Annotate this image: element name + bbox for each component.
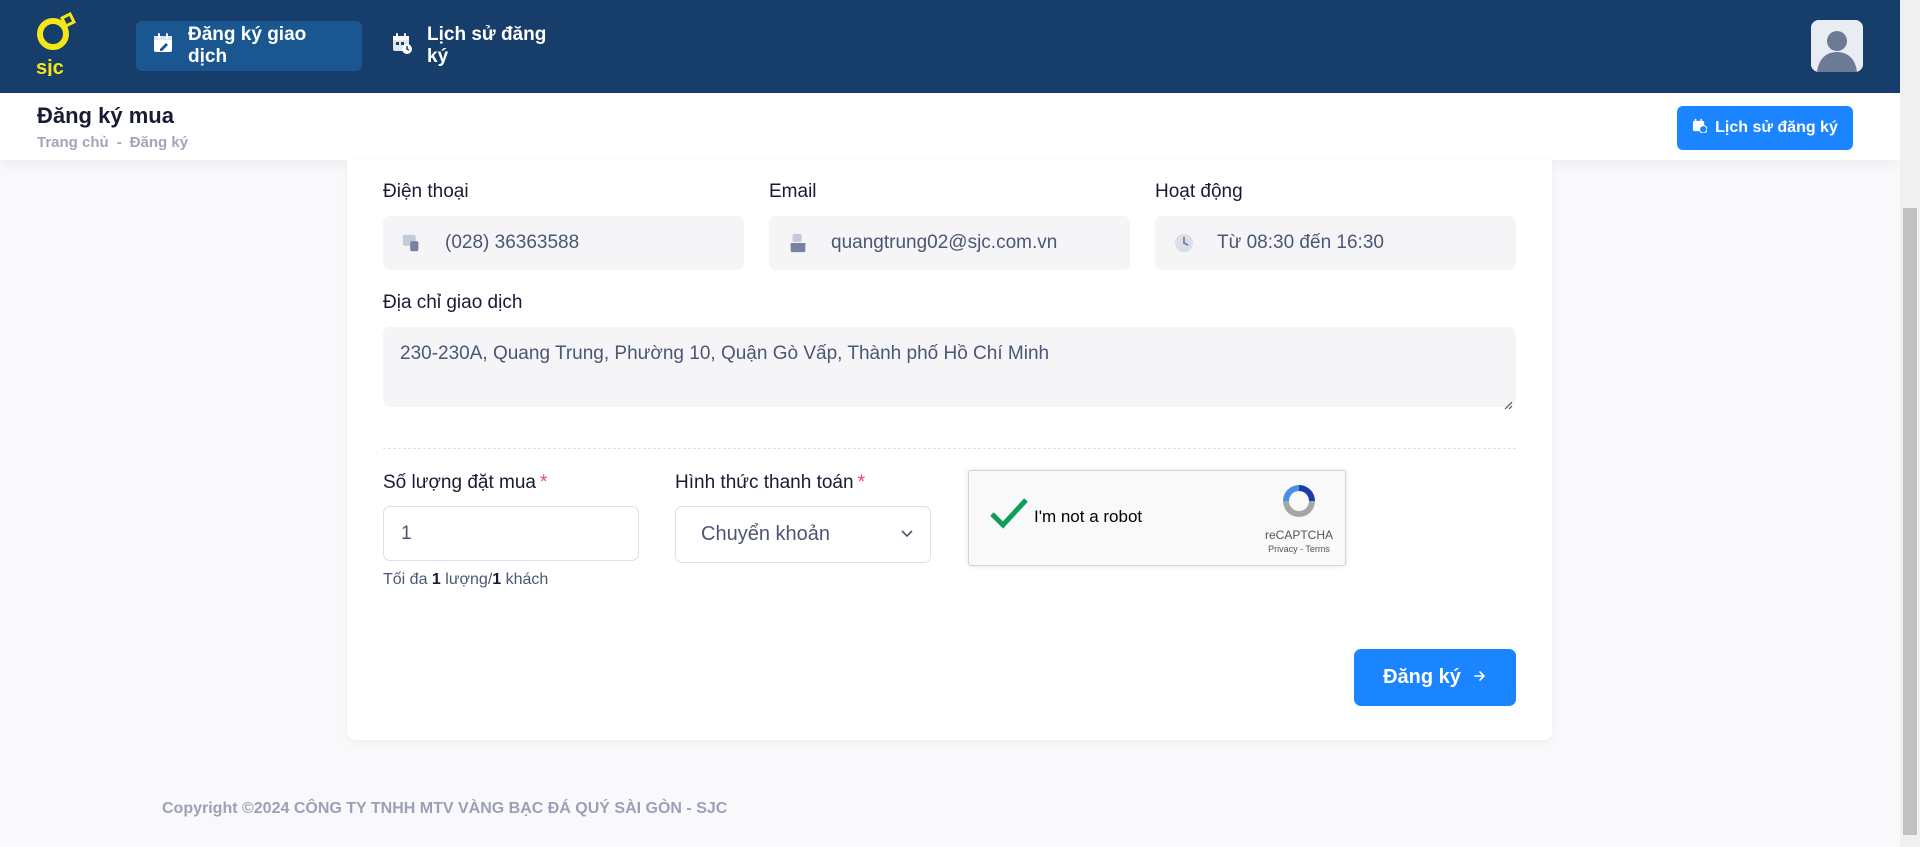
resize-handle-icon[interactable] <box>1503 394 1513 410</box>
hours-label: Hoạt động <box>1155 181 1243 202</box>
nav-register-transaction[interactable]: Đăng ký giao dịch <box>136 21 362 71</box>
quantity-label-text: Số lượng đặt mua <box>383 472 536 493</box>
address-value: 230-230A, Quang Trung, Phường 10, Quận G… <box>400 343 1050 364</box>
email-label: Email <box>769 181 817 202</box>
nav-registration-history[interactable]: Lịch sử đăng ký <box>375 21 575 71</box>
recaptcha-terms-link[interactable]: Privacy - Terms <box>1259 544 1339 554</box>
arrow-right-icon <box>1473 666 1487 689</box>
recaptcha-checkbox[interactable] <box>989 497 1029 531</box>
submit-register-button[interactable]: Đăng ký <box>1354 649 1516 706</box>
svg-text:sjc: sjc <box>36 57 64 76</box>
email-value: quangtrung02@sjc.com.vn <box>831 232 1058 253</box>
quantity-hint-max: 1 <box>431 571 441 588</box>
nav-registration-history-label: Lịch sử đăng ký <box>427 24 547 67</box>
clock-icon <box>1172 231 1196 255</box>
phone-value: (028) 36363588 <box>445 232 580 253</box>
payment-label-text: Hình thức thanh toán <box>675 472 854 493</box>
recaptcha-brand-name: reCAPTCHA <box>1264 528 1333 542</box>
quantity-hint-unit: lượng/ <box>440 571 493 588</box>
calendar-history-icon <box>1692 118 1708 138</box>
user-avatar-icon[interactable] <box>1811 20 1863 72</box>
breadcrumb-current: Đăng ký <box>129 134 189 151</box>
email-field: quangtrung02@sjc.com.vn <box>769 216 1130 270</box>
chevron-down-icon <box>900 523 914 546</box>
registration-history-button-label: Lịch sử đăng ký <box>1715 119 1838 136</box>
page-scrollbar[interactable] <box>1900 0 1920 847</box>
payment-method-value: Chuyển khoản <box>701 523 830 545</box>
address-label: Địa chỉ giao dịch <box>383 292 523 313</box>
payment-method-select[interactable]: Chuyển khoản <box>675 506 931 563</box>
scrollbar-thumb[interactable] <box>1903 208 1917 835</box>
quantity-hint-per: 1 <box>492 571 502 588</box>
quantity-input[interactable]: 1 <box>383 506 639 561</box>
breadcrumb-separator: - <box>116 134 122 151</box>
page-toolbar: Đăng ký mua Trang chủ - Đăng ký Lịch sử … <box>0 93 1900 160</box>
recaptcha-brand: reCAPTCHA Privacy - Terms <box>1259 481 1339 554</box>
page-title: Đăng ký mua <box>37 103 174 128</box>
phone-icon <box>400 231 424 255</box>
nav-register-transaction-label: Đăng ký giao dịch <box>188 24 307 67</box>
breadcrumb-home[interactable]: Trang chủ <box>37 134 109 151</box>
recaptcha-logo-icon <box>1279 485 1319 525</box>
top-navbar: sjc Đăng ký giao dịch Lịch sử đăng ký <box>0 0 1900 93</box>
payment-label: Hình thức thanh toán * <box>675 472 865 494</box>
quantity-hint-prefix: Tối đa <box>383 571 432 588</box>
mailbox-icon <box>786 231 810 255</box>
required-marker: * <box>539 472 548 493</box>
phone-label: Điện thoại <box>383 181 469 202</box>
address-textarea[interactable]: 230-230A, Quang Trung, Phường 10, Quận G… <box>383 327 1516 410</box>
quantity-label: Số lượng đặt mua * <box>383 472 547 494</box>
calendar-history-icon <box>391 32 413 60</box>
section-divider <box>383 448 1516 449</box>
calendar-edit-icon <box>152 32 174 60</box>
quantity-hint-suffix: khách <box>501 571 549 588</box>
submit-register-label: Đăng ký <box>1383 666 1461 688</box>
required-marker: * <box>857 472 865 493</box>
phone-field: (028) 36363588 <box>383 216 744 270</box>
quantity-hint: Tối đa 1 lượng/1 khách <box>383 571 548 589</box>
hours-value: Từ 08:30 đến 16:30 <box>1217 232 1384 253</box>
hours-field: Từ 08:30 đến 16:30 <box>1155 216 1516 270</box>
sjc-logo[interactable]: sjc <box>34 11 80 79</box>
recaptcha-label: I'm not a robot <box>1034 507 1143 526</box>
recaptcha-widget: I'm not a robot reCAPTCHA Privacy - Term… <box>968 470 1346 566</box>
footer-copyright: Copyright ©2024 CÔNG TY TNHH MTV VÀNG BẠ… <box>162 800 728 817</box>
breadcrumb: Trang chủ - Đăng ký <box>37 134 188 151</box>
quantity-value: 1 <box>401 522 412 544</box>
registration-history-button[interactable]: Lịch sử đăng ký <box>1677 106 1853 150</box>
